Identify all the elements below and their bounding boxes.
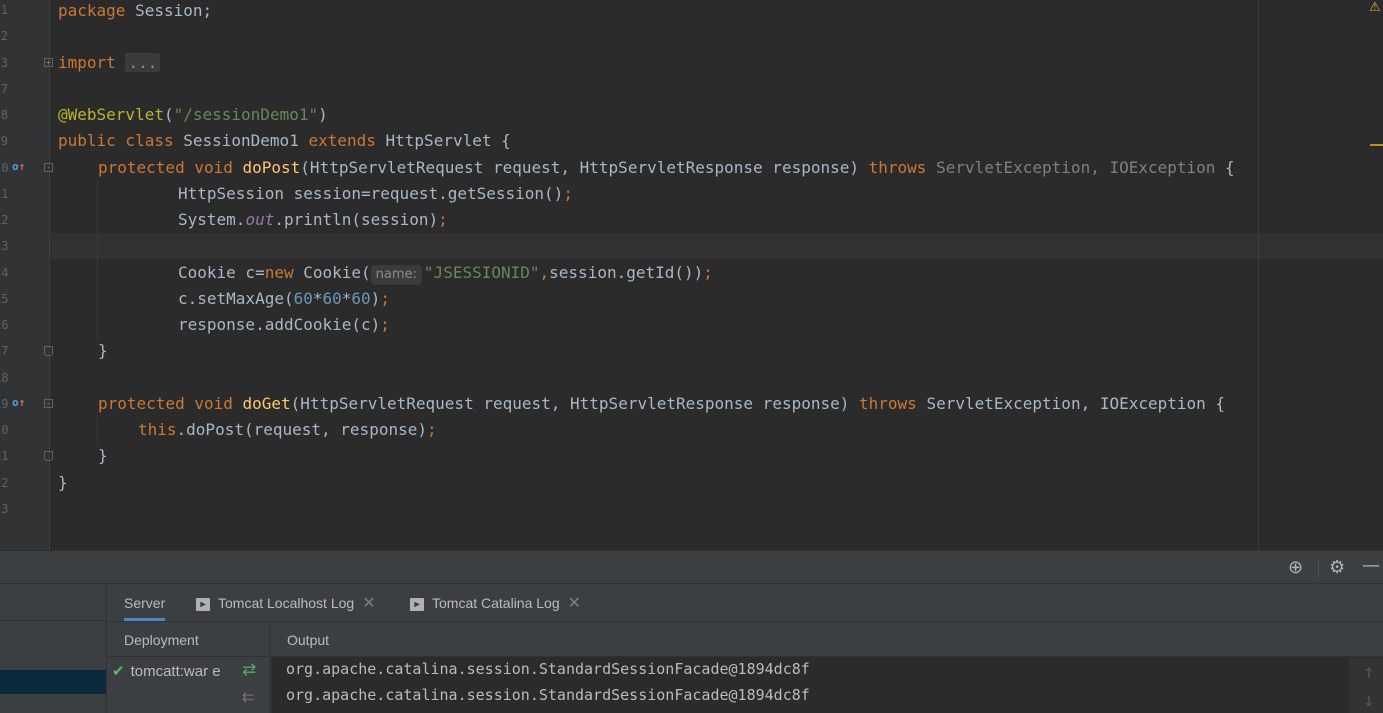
output-header: Output — [271, 622, 1383, 657]
deployment-header: Deployment — [108, 622, 269, 657]
line-number: 17 — [0, 344, 9, 358]
tab-server[interactable]: Server — [124, 584, 166, 621]
fold-collapse-icon[interactable]: - — [44, 163, 53, 172]
line-number: 16 — [0, 318, 9, 332]
line-number: 21 — [0, 449, 9, 463]
code-editor[interactable]: 1 2 3 7 8 9 10 11 12 13 14 15 16 17 18 1… — [0, 0, 1383, 550]
code-line[interactable]: import ... — [58, 52, 161, 78]
code-line[interactable]: System.out.println(session); — [178, 209, 448, 235]
divider — [1318, 559, 1319, 577]
undeploy-icon[interactable]: ⇇ — [242, 688, 255, 706]
line-number: 2 — [0, 29, 8, 43]
line-number: 22 — [0, 476, 9, 490]
indent-guide — [97, 417, 98, 443]
code-line[interactable]: } — [98, 340, 108, 366]
line-number: 18 — [0, 371, 9, 385]
close-icon[interactable]: ✕ — [362, 595, 375, 612]
code-line[interactable]: HttpSession session=request.getSession()… — [178, 183, 573, 209]
services-tree-panel[interactable] — [0, 584, 107, 713]
line-number: 14 — [0, 266, 9, 280]
current-line-highlight — [50, 233, 1383, 259]
parameter-hint: name: — [370, 265, 422, 285]
code-line[interactable]: @WebServlet("/sessionDemo1") — [58, 104, 328, 130]
line-number: 23 — [0, 502, 9, 516]
scrollbar-marker[interactable] — [1370, 144, 1383, 146]
line-number: 11 — [0, 187, 9, 201]
tool-window-header: ⊕ ⚙ — — [0, 550, 1383, 584]
selected-tree-node[interactable] — [0, 670, 106, 694]
code-line[interactable]: } — [58, 472, 68, 498]
tab-tomcat-localhost-log[interactable]: ▸ Tomcat Localhost Log ✕ — [196, 584, 376, 621]
fold-end-icon[interactable] — [44, 451, 53, 461]
line-number: 15 — [0, 292, 9, 306]
tab-bar: Server ▸ Tomcat Localhost Log ✕ ▸ Tomcat Ca… — [108, 584, 1383, 622]
code-line[interactable]: c.setMaxAge(60*60*60); — [178, 288, 390, 314]
folded-imports[interactable]: ... — [125, 53, 161, 72]
console-icon: ▸ — [196, 597, 210, 611]
line-number: 9 — [0, 134, 8, 148]
line-number: 1 — [0, 3, 8, 17]
minimize-icon[interactable]: — — [1362, 555, 1380, 576]
code-line[interactable]: protected void doGet(HttpServletRequest … — [98, 393, 1225, 419]
services-tool-window: ⊕ ⚙ — Server ▸ Tomcat Localhost Log ✕ ▸ Tom… — [0, 550, 1383, 713]
override-method-icon[interactable]: o↑ — [12, 396, 25, 409]
code-line[interactable]: package Session; — [58, 0, 212, 26]
indent-guide — [97, 181, 98, 341]
scroll-down-icon[interactable]: ↓ — [1363, 694, 1375, 710]
services-tree-toolbar — [0, 584, 107, 621]
line-number: 7 — [0, 82, 8, 96]
fold-expand-icon[interactable]: + — [44, 58, 53, 67]
line-number: 12 — [0, 213, 9, 227]
code-line[interactable]: this.doPost(request, response); — [138, 419, 437, 445]
crosshair-icon[interactable]: ⊕ — [1288, 557, 1303, 578]
line-number: 10 — [0, 161, 9, 175]
line-number: 8 — [0, 108, 8, 122]
line-number: 13 — [0, 239, 9, 253]
code-line[interactable]: Cookie c=new Cookie(name: "JSESSIONID",se… — [178, 262, 713, 288]
output-line: org.apache.catalina.session.StandardSess… — [286, 660, 810, 678]
check-icon: ✔ — [112, 662, 125, 680]
deployment-panel: Deployment ✔ tomcatt:war e ⇄ ⇇ — [108, 622, 270, 713]
code-line[interactable]: protected void doPost(HttpServletRequest… — [98, 157, 1235, 183]
deployment-item[interactable]: ✔ tomcatt:war e — [108, 658, 238, 684]
line-number-gutter[interactable]: 1 2 3 7 8 9 10 11 12 13 14 15 16 17 18 1… — [0, 0, 50, 550]
override-method-icon[interactable]: o↑ — [12, 160, 25, 173]
code-line[interactable]: } — [98, 445, 108, 471]
fold-end-icon[interactable] — [44, 346, 53, 356]
code-line[interactable]: public class SessionDemo1 extends HttpSe… — [58, 130, 511, 156]
fold-collapse-icon[interactable]: - — [44, 399, 53, 408]
scroll-up-icon[interactable]: ↑ — [1363, 666, 1375, 682]
warning-icon[interactable]: ⚠ — [1369, 0, 1381, 15]
right-margin-guide — [1258, 0, 1259, 550]
code-line[interactable]: response.addCookie(c); — [178, 314, 390, 340]
close-icon[interactable]: ✕ — [568, 595, 581, 612]
console-icon: ▸ — [410, 597, 424, 611]
line-number: 19 — [0, 397, 9, 411]
line-number: 20 — [0, 423, 9, 437]
gear-icon[interactable]: ⚙ — [1329, 557, 1345, 578]
tab-tomcat-catalina-log[interactable]: ▸ Tomcat Catalina Log ✕ — [410, 584, 581, 621]
output-panel[interactable]: Output org.apache.catalina.session.Stand… — [271, 622, 1383, 713]
line-number: 3 — [0, 56, 8, 70]
redeploy-icon[interactable]: ⇄ — [242, 660, 256, 680]
output-line: org.apache.catalina.session.StandardSess… — [286, 686, 810, 704]
